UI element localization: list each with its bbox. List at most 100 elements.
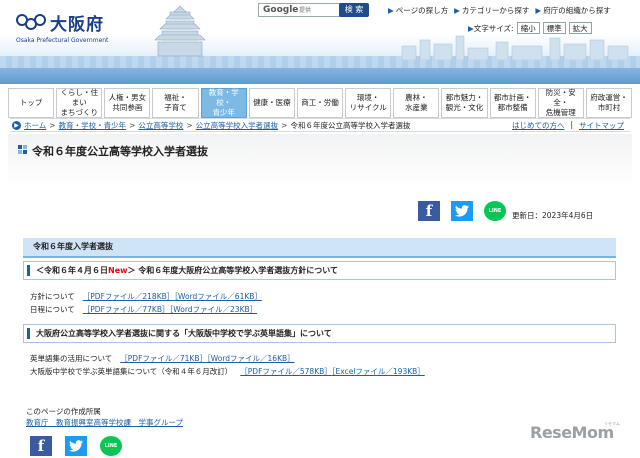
breadcrumb-separator: > [186, 120, 193, 130]
text-size-large-button[interactable]: 拡大 [568, 22, 592, 34]
global-nav: トップ くらし・住まい まちづくり 人権・男女 共同参画 福祉・ 子育て 教育・学校・ … [8, 88, 633, 118]
top-link-category[interactable]: ▶ カテゴリーから探す [454, 5, 529, 16]
nav-item[interactable]: 商工・労働 [296, 88, 344, 118]
nav-item[interactable]: トップ [8, 88, 55, 118]
arrow-right-icon: ▶ [388, 6, 394, 15]
share-buttons: f LINE [418, 201, 506, 221]
sitemap-link[interactable]: サイトマップ [579, 120, 624, 131]
breadcrumb-public-high-school[interactable]: 公立高等学校 [138, 120, 183, 131]
nav-item-label: 環境・ リサイクル [349, 93, 387, 112]
arrow-right-icon: ▶ [535, 6, 542, 15]
page-title: 令和６年度公立高等学校入学者選抜 [32, 145, 208, 158]
nav-item-label: 商工・労働 [301, 98, 339, 107]
resemom-watermark: ReseMom [530, 423, 614, 442]
twitter-icon[interactable] [65, 436, 87, 456]
first-visit-link[interactable]: はじめての方へ [512, 120, 565, 131]
nav-item-label: くらし・住まい まちづくり [60, 88, 98, 117]
arrow-right-icon: ▶ [454, 6, 460, 15]
nav-item-label: 健康・医療 [253, 98, 291, 107]
nav-item-label: 防災・安全・ 危機管理 [545, 88, 576, 117]
twitter-bird-icon [455, 205, 469, 217]
nav-item[interactable]: 教育・学校・ 青少年 [200, 88, 247, 118]
square-light [18, 150, 22, 154]
excel-link[interactable]: ［Excelファイル／193KB］ [332, 367, 425, 376]
logo-text: 大阪府 [50, 15, 104, 35]
list-item: 方針について ［PDFファイル／218KB］［Wordファイル／61KB］ [30, 292, 262, 301]
square-light [23, 145, 27, 149]
new-badge: New [108, 266, 128, 275]
nav-item-label: 教育・学校・ 青少年 [208, 88, 239, 117]
line-icon[interactable]: LINE [100, 436, 122, 456]
nav-item-label: トップ [19, 98, 43, 107]
author-department-link[interactable]: 教育庁 教育振興室高等学校課 学事グループ [26, 417, 183, 428]
nav-item[interactable]: 都市魅力・ 観光・文化 [441, 88, 488, 118]
subsection-heading-policy: ＜令和６年４月６日New＞ 令和６年度大阪府公立高等学校入学者選抜方針について [23, 261, 616, 280]
nav-item[interactable]: 府政運営・ 市町村 [585, 88, 633, 118]
nav-item-label: 福祉・ 子育て [164, 93, 187, 112]
nav-item-label: 都市魅力・ 観光・文化 [445, 93, 484, 112]
breadcrumb-right-links: はじめての方へ | サイトマップ [512, 120, 624, 131]
nav-item-label: 都市計画・ 都市整備 [493, 93, 532, 112]
list-item: 英単語集の活用について ［PDFファイル／71KB］［Wordファイル／16KB］ [30, 354, 295, 363]
word-link[interactable]: ［Wordファイル／61KB］ [174, 292, 262, 301]
title-square-icon [18, 145, 28, 154]
pdf-link[interactable]: ［PDFファイル／218KB］ [83, 292, 175, 301]
list-item: 日程について ［PDFファイル／77KB］［Wordファイル／23KB］ [30, 305, 258, 314]
square-blue [23, 150, 27, 154]
top-links: ▶ ページの探し方 ▶ カテゴリーから探す ▶ 府庁の組織から探す [388, 5, 611, 16]
google-brand: Google [263, 5, 299, 15]
text-size-label: ▶文字サイズ: [468, 23, 514, 33]
breadcrumb-home[interactable]: ホーム [24, 120, 46, 131]
logo-subtext: Osaka Prefectural Government [16, 37, 109, 44]
nav-item[interactable]: 農林・ 水産業 [393, 88, 440, 118]
twitter-icon[interactable] [451, 201, 473, 221]
title-band: 令和６年度公立高等学校入学者選抜 [8, 134, 632, 188]
nav-item-label: 人権・男女 共同参画 [108, 93, 147, 112]
nav-item[interactable]: 都市計画・ 都市整備 [489, 88, 536, 118]
subsection-heading-vocabulary: 大阪府公立高等学校入学者選抜に関する「大阪版中学校で学ぶ英単語集」について [23, 324, 616, 343]
facebook-icon[interactable]: f [418, 201, 440, 221]
divider: | [570, 120, 573, 129]
nav-item[interactable]: 環境・ リサイクル [345, 88, 392, 118]
text-size-small-button[interactable]: 縮小 [516, 22, 540, 34]
pdf-link[interactable]: ［PDFファイル／578KB］ [240, 367, 332, 376]
search-button[interactable]: 検 索 [339, 3, 369, 17]
pdf-link[interactable]: ［PDFファイル／71KB］ [120, 354, 207, 363]
breadcrumb-separator: > [281, 120, 288, 130]
nav-item[interactable]: 人権・男女 共同参画 [104, 88, 151, 118]
nav-item[interactable]: 健康・医療 [248, 88, 295, 118]
osaka-castle-illustration [154, 5, 206, 57]
list-item: 大阪版中学校で学ぶ英単語集について（令和４年６月改訂） ［PDFファイル／578K… [30, 367, 425, 376]
breadcrumb-entrance-selection[interactable]: 公立高等学校入学者選抜 [196, 120, 279, 131]
city-skyline-illustration [401, 35, 629, 60]
site-logo[interactable]: 大阪府 Osaka Prefectural Government [16, 10, 136, 50]
facebook-icon[interactable]: f [30, 436, 52, 456]
header-water [0, 68, 640, 84]
section-heading: 令和６年度入学者選抜 [23, 238, 616, 258]
breadcrumb-current: 令和６年度公立高等学校入学者選抜 [290, 120, 411, 130]
updated-date: 更新日：2023年4月6日 [512, 211, 594, 220]
breadcrumb-education[interactable]: 教育・学校・青少年 [59, 120, 127, 131]
resemom-watermark-sub: リセマム [604, 421, 620, 426]
share-buttons-bottom: f LINE [30, 436, 122, 456]
text-size-normal-button[interactable]: 標準 [542, 22, 566, 34]
top-link-how-to-find[interactable]: ▶ ページの探し方 [388, 5, 448, 16]
osaka-emblem-icon [16, 14, 46, 30]
nav-item[interactable]: 防災・安全・ 危機管理 [537, 88, 584, 118]
nav-item-label: 農林・ 水産業 [405, 93, 428, 112]
top-link-organization[interactable]: ▶ 府庁の組織から探す [535, 5, 610, 16]
nav-item-label: 府政運営・ 市町村 [590, 93, 628, 112]
line-icon[interactable]: LINE [484, 201, 506, 221]
author-label: このページの作成所属 [26, 407, 101, 416]
breadcrumb-separator: > [49, 120, 56, 130]
breadcrumb-separator: > [129, 120, 136, 130]
nav-item[interactable]: くらし・住まい まちづくり [56, 88, 103, 118]
word-link[interactable]: ［Wordファイル／23KB］ [170, 305, 258, 314]
twitter-bird-icon [69, 440, 83, 452]
square-blue [18, 145, 22, 149]
breadcrumb: ▶ ホーム > 教育・学校・青少年 > 公立高等学校 > 公立高等学校入学者選抜… [10, 118, 630, 132]
nav-item[interactable]: 福祉・ 子育て [152, 88, 199, 118]
text-size-control: ▶文字サイズ: 縮小 標準 拡大 [468, 22, 592, 34]
pdf-link[interactable]: ［PDFファイル／77KB］ [83, 305, 170, 314]
word-link[interactable]: ［Wordファイル／16KB］ [207, 354, 295, 363]
